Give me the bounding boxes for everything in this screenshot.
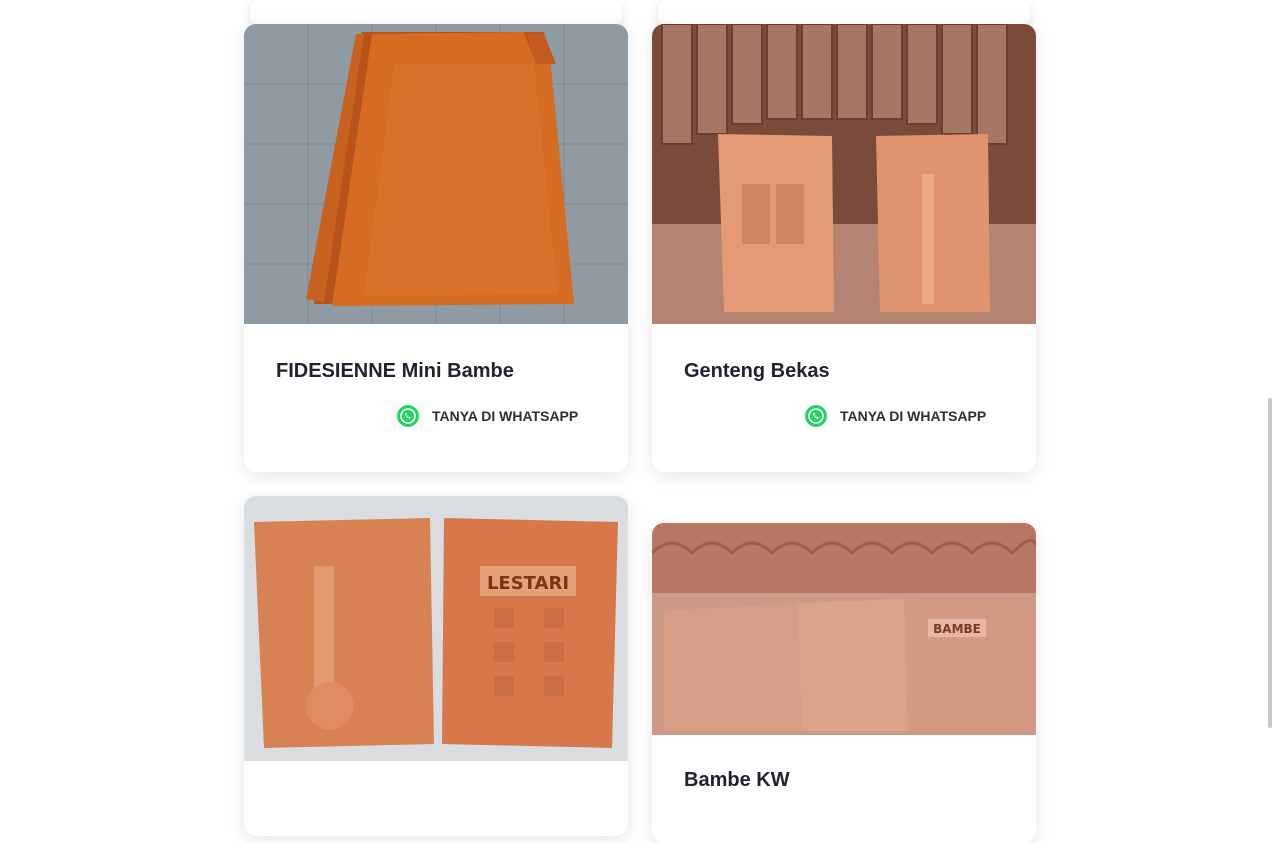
product-card[interactable]: Genteng Bekas TANYA DI WHATSAPP	[652, 24, 1036, 472]
product-card[interactable]: BAMBE Bambe KW	[652, 523, 1036, 843]
product-title: Genteng Bekas	[684, 360, 830, 382]
product-image[interactable]	[652, 24, 1036, 324]
whatsapp-button[interactable]: TANYA DI WHATSAPP	[396, 404, 578, 428]
whatsapp-icon	[804, 404, 828, 428]
stamp-bambe: BAMBE	[933, 622, 981, 636]
product-title: Bambe KW	[684, 769, 790, 791]
whatsapp-button[interactable]: TANYA DI WHATSAPP	[804, 404, 986, 428]
product-image[interactable]: BAMBE	[652, 523, 1036, 735]
stamp-lestari: LESTARI	[487, 573, 569, 594]
product-image[interactable]	[244, 24, 628, 324]
product-card[interactable]: LESTARI	[244, 496, 628, 836]
whatsapp-label: TANYA DI WHATSAPP	[432, 408, 579, 424]
whatsapp-label: TANYA DI WHATSAPP	[840, 408, 987, 424]
page-scrollbar[interactable]	[1268, 398, 1272, 728]
product-image[interactable]: LESTARI	[244, 496, 628, 761]
product-title: FIDESIENNE Mini Bambe	[276, 360, 514, 382]
product-card[interactable]: FIDESIENNE Mini Bambe TANYA DI WHATSAPP	[244, 24, 628, 472]
whatsapp-icon	[396, 404, 420, 428]
